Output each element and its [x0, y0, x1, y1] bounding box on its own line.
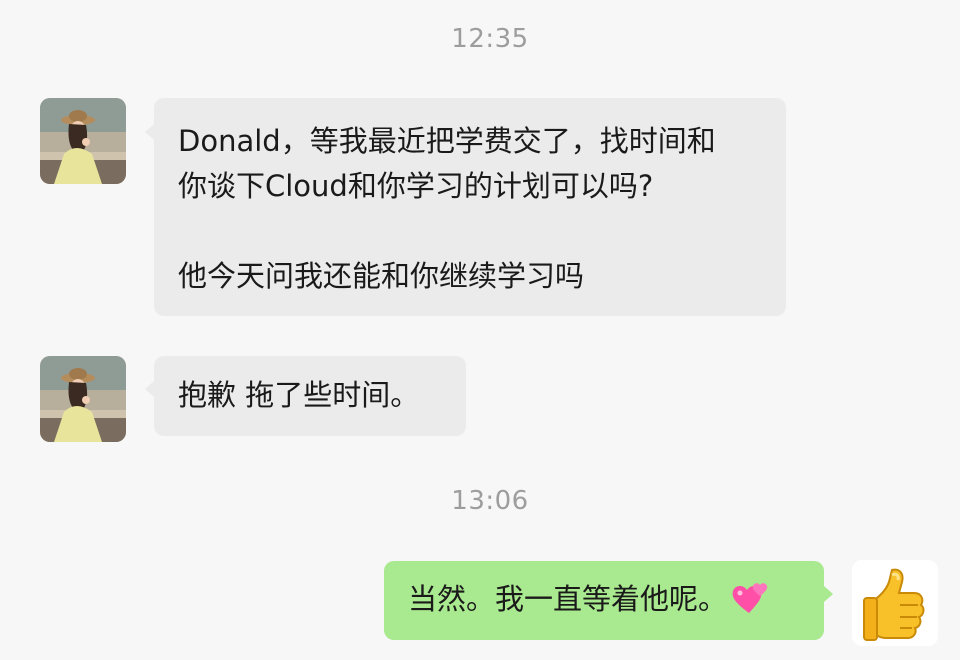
message-line: Donald，等我最近把学费交了，找时间和: [178, 124, 716, 158]
incoming-message-bubble[interactable]: Donald，等我最近把学费交了，找时间和 你谈下Cloud和你学习的计划可以吗…: [154, 98, 786, 316]
message-line: 他今天问我还能和你继续学习吗: [178, 259, 585, 293]
contact-avatar[interactable]: [40, 356, 126, 442]
message-line: 当然。我一直等着他呢。: [408, 577, 800, 622]
bubble-tail: [824, 586, 833, 602]
bubble-tail: [145, 124, 154, 140]
message-text: 当然。我一直等着他呢。: [408, 582, 728, 616]
timestamp: 12:35: [451, 24, 529, 54]
contact-avatar[interactable]: [40, 98, 126, 184]
avatar-photo: [40, 98, 126, 184]
my-avatar[interactable]: [852, 560, 938, 646]
message-line: 抱歉 拖了些时间。: [178, 378, 420, 412]
message-line: 你谈下Cloud和你学习的计划可以吗?: [178, 169, 654, 203]
outgoing-message-bubble[interactable]: 当然。我一直等着他呢。: [384, 561, 824, 640]
bubble-tail: [145, 381, 154, 397]
thumbs-up-sticker-icon: [863, 568, 925, 641]
two-hearts-icon: [732, 583, 768, 613]
timestamp: 13:06: [451, 486, 529, 516]
avatar-photo: [40, 356, 126, 442]
incoming-message-bubble[interactable]: 抱歉 拖了些时间。: [154, 356, 466, 436]
